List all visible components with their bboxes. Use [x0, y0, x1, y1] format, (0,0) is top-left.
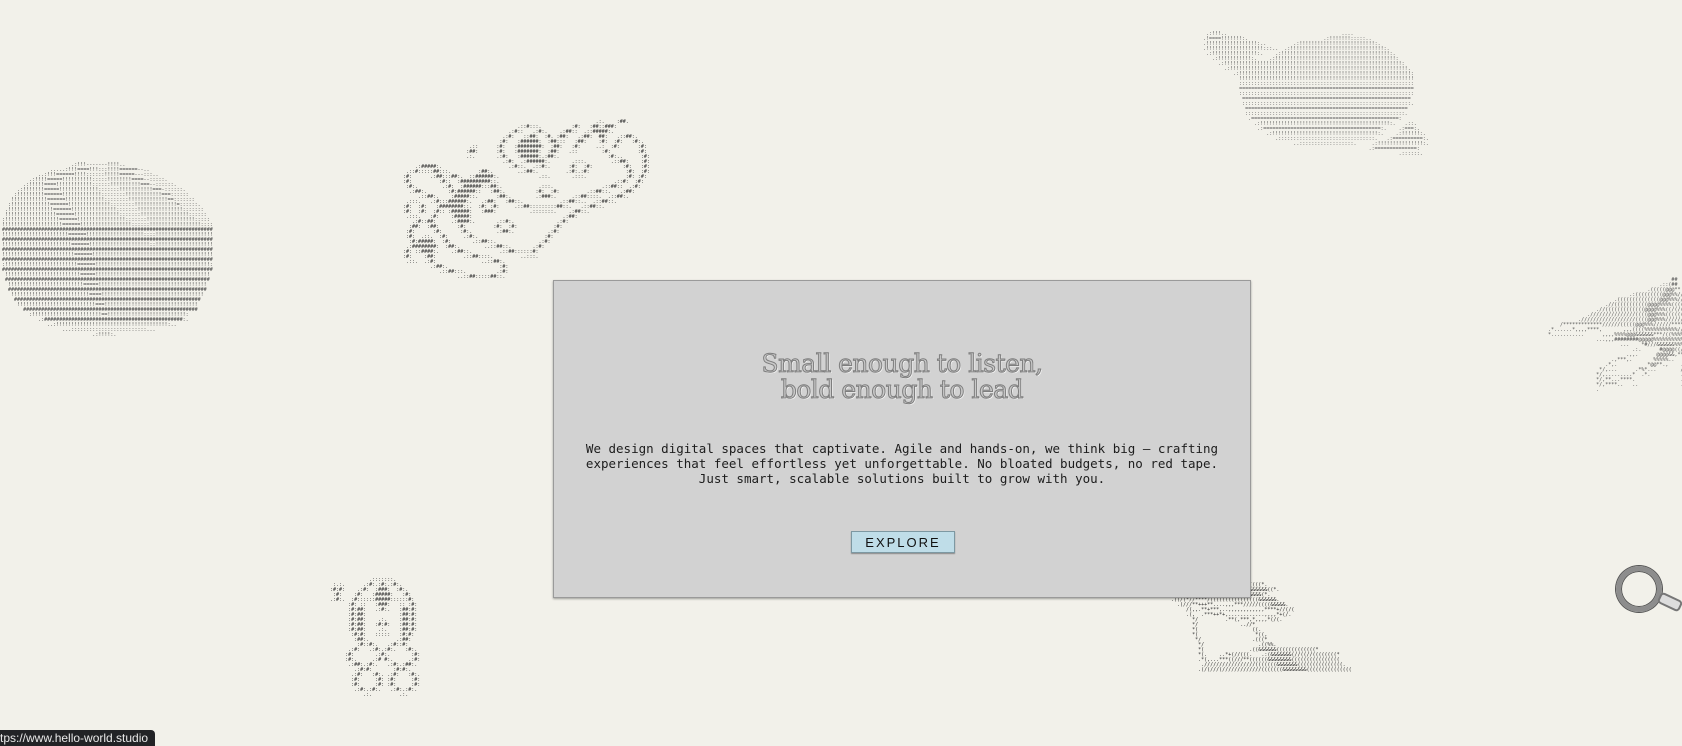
hero-description: We design digital spaces that captivate.… — [554, 441, 1250, 486]
hero-description-line-3: Just smart, scalable solutions built to … — [698, 470, 1106, 486]
hero-description-line-1: We design digital spaces that captivate.… — [585, 440, 1219, 456]
ascii-robot-art: .:::::::. :.:. .:#:.:#:.:#:. :#:#: .:#: … — [330, 577, 421, 698]
keyring-tag-icon — [1656, 591, 1682, 613]
hero-headline-line-2: bold enough to lead — [780, 375, 1024, 404]
hero-card: Small enough to listen, bold enough to l… — [553, 280, 1251, 598]
page-canvas: .:!!!-------!!!!.. .....:!!!====!!!:::!!… — [0, 0, 1682, 746]
status-bar-url: https://www.hello-world.studio — [0, 730, 156, 746]
ascii-figure-right-art: ## .::(## .(((((@@@** .:(((((((((@@@%%//… — [1548, 277, 1682, 393]
ascii-scribble-art: .:. :##. .::#:::. :#: :##::###: .:#:: .:… — [403, 119, 650, 280]
hero-headline-line-1: Small enough to listen, — [761, 349, 1044, 378]
hero-headline: Small enough to listen, bold enough to l… — [554, 349, 1250, 404]
ascii-sphere-art: .:!!!-------!!!!.. .....:!!!====!!!:::!!… — [2, 162, 213, 338]
ascii-landscape-art: .:!!!.. .... .!====!!!!!!!:. .:!!!!!!!::… — [1203, 31, 1429, 157]
hero-description-line-2: experiences that feel effortless yet unf… — [585, 455, 1219, 471]
keyring-icon — [1616, 566, 1662, 612]
explore-button[interactable]: EXPLORE — [851, 531, 955, 553]
